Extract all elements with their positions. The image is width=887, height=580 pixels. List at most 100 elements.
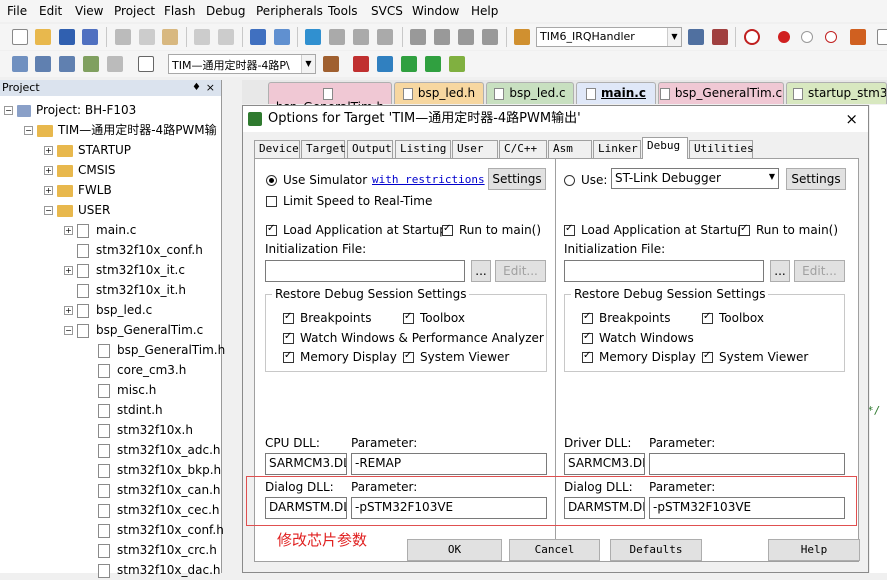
breakpoints-checkbox[interactable]: Breakpoints bbox=[582, 311, 670, 325]
collapse-icon[interactable]: − bbox=[24, 126, 33, 135]
driver-param-input[interactable] bbox=[649, 453, 845, 475]
bookmark-clear-icon[interactable] bbox=[377, 29, 393, 45]
close-icon[interactable]: × bbox=[845, 106, 858, 132]
load-app-checkbox[interactable]: Load Application at Startup bbox=[266, 223, 447, 237]
defaults-button[interactable]: Defaults bbox=[610, 539, 702, 561]
system-viewer-checkbox[interactable]: System Viewer bbox=[403, 350, 509, 364]
editor-tab[interactable]: bsp_led.h bbox=[394, 82, 484, 104]
new-file-icon[interactable] bbox=[12, 29, 28, 45]
run-to-main-checkbox[interactable]: Run to main() bbox=[739, 223, 838, 237]
menu-project[interactable]: Project bbox=[114, 4, 155, 18]
tab-utilities[interactable]: Utilities bbox=[689, 140, 754, 158]
cut-icon[interactable] bbox=[115, 29, 131, 45]
expand-icon[interactable]: + bbox=[44, 146, 53, 155]
target-combo[interactable]: TIM—通用定时器-4路P\ ▼ bbox=[168, 54, 316, 74]
pack-installer-icon[interactable] bbox=[425, 56, 441, 72]
cpu-param-input[interactable]: -REMAP bbox=[351, 453, 547, 475]
tab-debug[interactable]: Debug bbox=[642, 137, 688, 159]
find-icon[interactable] bbox=[688, 29, 704, 45]
menu-file[interactable]: File bbox=[7, 4, 27, 18]
tab-linker[interactable]: Linker bbox=[593, 140, 641, 158]
editor-tab[interactable]: bsp_GeneralTim.h bbox=[268, 82, 392, 114]
breakpoint-icon[interactable] bbox=[778, 31, 790, 43]
nav-back-icon[interactable] bbox=[250, 29, 266, 45]
tree-file[interactable]: bsp_GeneralTim.h bbox=[98, 340, 225, 360]
editor-tab-active[interactable]: main.c bbox=[576, 82, 656, 104]
debugger-select[interactable]: ST-Link Debugger ▼ bbox=[611, 168, 779, 189]
download-icon[interactable] bbox=[138, 56, 154, 72]
menu-flash[interactable]: Flash bbox=[164, 4, 195, 18]
bookmark-next-icon[interactable] bbox=[353, 29, 369, 45]
bookmark-icon[interactable] bbox=[305, 29, 321, 45]
breakpoint-disable-icon[interactable] bbox=[801, 31, 813, 43]
tree-file[interactable]: + main.c bbox=[64, 220, 136, 240]
build-icon[interactable] bbox=[35, 56, 51, 72]
translate-icon[interactable] bbox=[12, 56, 28, 72]
cpu-dll-input[interactable]: SARMCM3.DLL bbox=[265, 453, 347, 475]
menu-window[interactable]: Window bbox=[412, 4, 459, 18]
tree-file[interactable]: stm32f10x_conf.h bbox=[64, 240, 203, 260]
expand-icon[interactable]: + bbox=[64, 266, 73, 275]
expand-icon[interactable]: + bbox=[44, 166, 53, 175]
memory-display-checkbox[interactable]: Memory Display bbox=[283, 350, 397, 364]
init-file-edit-button[interactable]: Edit... bbox=[794, 260, 845, 282]
tree-group[interactable]: + FWLB bbox=[44, 180, 112, 200]
breakpoints-checkbox[interactable]: Breakpoints bbox=[283, 311, 371, 325]
tree-target[interactable]: − TIM—通用定时器-4路PWM输 bbox=[24, 120, 217, 140]
menu-debug[interactable]: Debug bbox=[206, 4, 245, 18]
init-file-input[interactable] bbox=[564, 260, 764, 282]
menu-help[interactable]: Help bbox=[471, 4, 498, 18]
with-restrictions-link[interactable]: with restrictions bbox=[372, 173, 485, 186]
load-app-checkbox[interactable]: Load Application at Startup bbox=[564, 223, 745, 237]
expand-icon[interactable]: + bbox=[64, 306, 73, 315]
simulator-settings-button[interactable]: Settings bbox=[488, 168, 546, 190]
save-icon[interactable] bbox=[59, 29, 75, 45]
tree-file[interactable]: − bsp_GeneralTim.c bbox=[64, 320, 203, 340]
toolbox-checkbox[interactable]: Toolbox bbox=[403, 311, 465, 325]
tab-cc[interactable]: C/C++ bbox=[499, 140, 547, 158]
tree-file[interactable]: stdint.h bbox=[98, 400, 163, 420]
tree-file[interactable]: misc.h bbox=[98, 380, 156, 400]
batch-build-icon[interactable] bbox=[83, 56, 99, 72]
breakpoint-clear-icon[interactable] bbox=[825, 31, 837, 43]
stop-build-icon[interactable] bbox=[107, 56, 123, 72]
help-button[interactable]: Help bbox=[768, 539, 860, 561]
pin-icon[interactable]: ♦ bbox=[192, 80, 201, 96]
editor-tab[interactable]: startup_stm32 bbox=[786, 82, 887, 104]
tree-file[interactable]: stm32f10x_cec.h bbox=[98, 500, 220, 520]
use-simulator-radio[interactable]: Use Simulator bbox=[266, 173, 367, 187]
collapse-icon[interactable]: − bbox=[4, 106, 13, 115]
manage-project-icon[interactable] bbox=[353, 56, 369, 72]
init-file-edit-button[interactable]: Edit... bbox=[495, 260, 546, 282]
kill-breakpoints-icon[interactable] bbox=[850, 29, 866, 45]
tab-asm[interactable]: Asm bbox=[548, 140, 592, 158]
debugger-settings-button[interactable]: Settings bbox=[786, 168, 846, 190]
tree-file[interactable]: stm32f10x_crc.h bbox=[98, 540, 217, 560]
nav-forward-icon[interactable] bbox=[274, 29, 290, 45]
software-packs-icon[interactable] bbox=[449, 56, 465, 72]
tree-file[interactable]: stm32f10x_can.h bbox=[98, 480, 221, 500]
debug-start-icon[interactable] bbox=[744, 29, 760, 45]
tree-group[interactable]: − USER bbox=[44, 200, 110, 220]
init-file-browse-button[interactable]: ... bbox=[471, 260, 491, 282]
save-all-icon[interactable] bbox=[82, 29, 98, 45]
menu-edit[interactable]: Edit bbox=[39, 4, 62, 18]
indent-icon[interactable] bbox=[410, 29, 426, 45]
tab-user[interactable]: User bbox=[452, 140, 498, 158]
tree-root[interactable]: − Project: BH-F103 bbox=[4, 100, 136, 120]
tree-file[interactable]: stm32f10x_dac.h bbox=[98, 560, 221, 580]
function-combo[interactable]: TIM6_IRQHandler ▼ bbox=[536, 27, 682, 47]
tab-output[interactable]: Output bbox=[347, 140, 393, 158]
driver-dll-input[interactable]: SARMCM3.DLL bbox=[564, 453, 645, 475]
tree-file[interactable]: stm32f10x_it.h bbox=[64, 280, 186, 300]
open-folder-icon[interactable] bbox=[35, 29, 51, 45]
watch-windows-checkbox[interactable]: Watch Windows & Performance Analyzer bbox=[283, 331, 544, 345]
comment-icon[interactable] bbox=[458, 29, 474, 45]
watch-windows-checkbox[interactable]: Watch Windows bbox=[582, 331, 694, 345]
collapse-icon[interactable]: − bbox=[64, 326, 73, 335]
manage-rte-icon[interactable] bbox=[401, 56, 417, 72]
target-options-icon[interactable] bbox=[323, 56, 339, 72]
expand-icon[interactable]: + bbox=[44, 186, 53, 195]
menu-view[interactable]: View bbox=[75, 4, 103, 18]
toolbox-checkbox[interactable]: Toolbox bbox=[702, 311, 764, 325]
